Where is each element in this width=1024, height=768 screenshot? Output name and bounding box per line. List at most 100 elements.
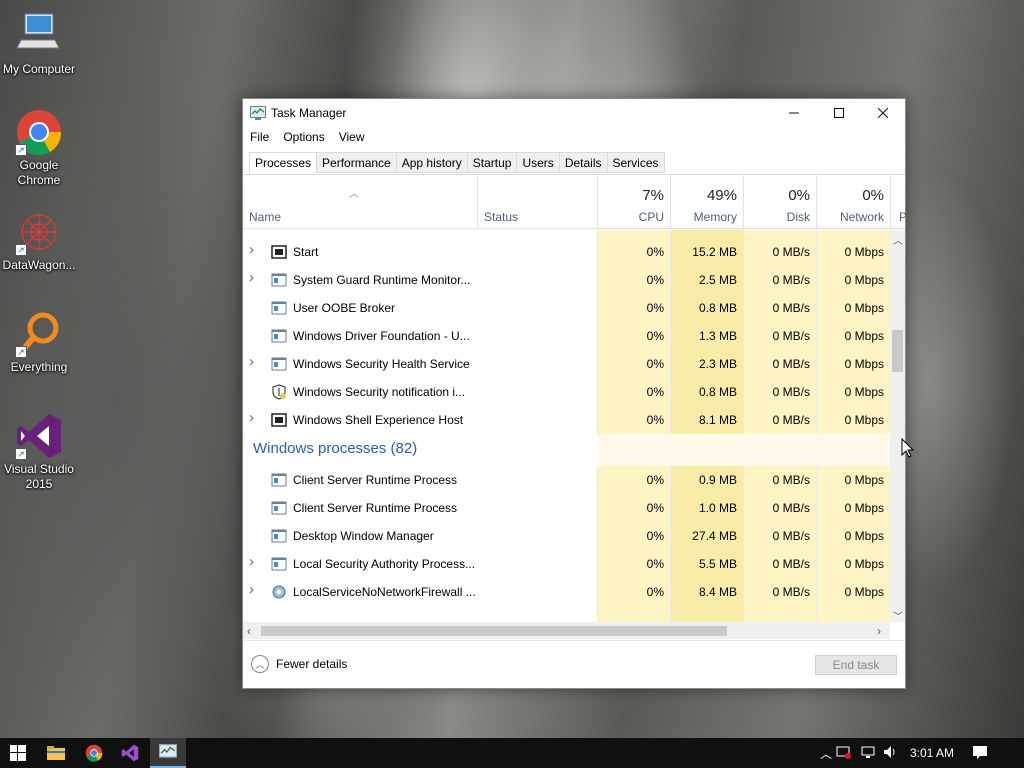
maximize-icon xyxy=(834,108,844,118)
process-row[interactable]: › Local Security Authority Process... 0% 5.… xyxy=(243,550,890,578)
column-header-power-partial[interactable]: P xyxy=(890,175,907,229)
tab-users[interactable]: Users xyxy=(516,152,560,173)
taskbar-task-manager[interactable] xyxy=(150,738,186,768)
group-header-row[interactable]: Windows processes (82) xyxy=(243,434,890,466)
process-network-value: 0 Mbps xyxy=(844,329,884,343)
menu-view[interactable]: View xyxy=(332,128,372,148)
tab-performance[interactable]: Performance xyxy=(316,152,397,173)
process-disk-value: 0 MB/s xyxy=(772,529,810,543)
title-bar[interactable]: Task Manager xyxy=(243,99,905,127)
desktop-icon-visual-studio[interactable]: ↗ Visual Studio 2015 xyxy=(1,412,77,492)
desktop-icon-label: Everything xyxy=(10,360,68,374)
scroll-up-icon[interactable]: ︿ xyxy=(893,232,903,247)
desktop-icon-label: Google Chrome xyxy=(17,158,61,187)
vertical-scrollbar[interactable]: ︿ ﹀ xyxy=(890,230,905,623)
process-name: Windows Security Health Service xyxy=(293,357,470,371)
column-header-network[interactable]: 0% Network xyxy=(816,175,890,229)
menu-options[interactable]: Options xyxy=(276,128,331,148)
sort-ascending-icon: ︿ xyxy=(349,189,359,200)
column-header-status-cell[interactable]: Status xyxy=(477,175,598,229)
close-button[interactable] xyxy=(860,99,906,127)
desktop-icon-my-computer[interactable]: My Computer xyxy=(1,12,77,77)
taskbar-file-explorer[interactable] xyxy=(38,738,74,768)
column-header-status: Status xyxy=(484,210,519,224)
process-row[interactable]: › Windows Shell Experience Host 0% 8.1 MB 0 … xyxy=(243,406,890,434)
chevron-right-icon[interactable]: › xyxy=(249,269,261,286)
memory-total-pct: 49% xyxy=(706,187,737,204)
everything-search-icon: ↗ xyxy=(15,310,63,358)
windows-start-button[interactable] xyxy=(0,738,36,768)
process-cpu-value: 0% xyxy=(646,501,664,515)
taskbar-clock[interactable]: 3:01 AM xyxy=(906,746,958,760)
group-row-shade xyxy=(597,434,890,466)
chevron-right-icon[interactable]: › xyxy=(249,581,261,598)
desktop-icon-everything[interactable]: ↗ Everything xyxy=(1,310,77,375)
taskbar-visual-studio[interactable] xyxy=(112,738,148,768)
column-header-name[interactable]: Name xyxy=(249,210,281,224)
memory-label: Memory xyxy=(693,210,737,224)
chevron-right-icon[interactable]: › xyxy=(249,241,261,258)
horizontal-scrollbar[interactable]: ‹ › xyxy=(243,622,890,639)
security-alert-icon[interactable] xyxy=(836,744,860,763)
process-disk-value: 0 MB/s xyxy=(772,413,810,427)
shortcut-arrow-icon: ↗ xyxy=(15,346,27,358)
volume-icon[interactable] xyxy=(882,744,904,763)
chevron-right-icon[interactable]: › xyxy=(249,553,261,570)
process-row[interactable]: User OOBE Broker 0% 0.8 MB 0 MB/s 0 Mbps xyxy=(243,294,890,322)
column-header: ︿ Name Status 7% CPU 49% Memory 0% Disk … xyxy=(243,175,907,229)
tab-startup[interactable]: Startup xyxy=(466,152,518,173)
network-icon[interactable] xyxy=(860,744,882,763)
process-network-value: 0 Mbps xyxy=(844,273,884,287)
maximize-button[interactable] xyxy=(816,99,862,127)
chrome-icon xyxy=(85,744,103,762)
process-row[interactable]: Desktop Window Manager 0% 27.4 MB 0 MB/s 0 M… xyxy=(243,522,890,550)
process-row[interactable]: Windows Security notification i... 0% 0.8 … xyxy=(243,378,890,406)
taskbar: ︿ 3:01 AM xyxy=(0,738,1024,768)
group-header-label: Windows processes (82) xyxy=(253,440,418,457)
process-network-value: 0 Mbps xyxy=(844,501,884,515)
tab-app-history[interactable]: App history xyxy=(395,152,468,173)
process-memory-value: 8.1 MB xyxy=(698,413,737,427)
process-network-value: 0 Mbps xyxy=(844,413,884,427)
process-row[interactable]: › System Guard Runtime Monitor... 0% 2.5 MB… xyxy=(243,266,890,294)
column-header-memory[interactable]: 49% Memory xyxy=(670,175,743,229)
tab-details[interactable]: Details xyxy=(558,152,608,173)
process-cpu-value: 0% xyxy=(646,585,664,599)
taskbar-chrome[interactable] xyxy=(76,738,112,768)
process-row[interactable]: › Windows Security Health Service 0% 2.3 MB… xyxy=(243,350,890,378)
chevron-right-icon[interactable]: › xyxy=(249,353,261,370)
process-row[interactable]: › Start 0% 15.2 MB 0 MB/s 0 Mbps xyxy=(243,238,890,266)
shortcut-arrow-icon: ↗ xyxy=(15,244,27,256)
tab-processes[interactable]: Processes xyxy=(249,152,318,174)
column-header-cpu[interactable]: 7% CPU xyxy=(597,175,670,229)
action-center-icon[interactable] xyxy=(972,744,1006,763)
process-row[interactable]: › LocalServiceNoNetworkFirewall ... 0% 8.4 … xyxy=(243,578,890,606)
scroll-left-icon[interactable]: ‹ xyxy=(247,624,251,638)
tab-services[interactable]: Services xyxy=(606,152,665,173)
task-manager-icon xyxy=(250,106,266,120)
minimize-button[interactable] xyxy=(771,99,817,127)
process-network-value: 0 Mbps xyxy=(844,585,884,599)
vertical-scroll-thumb[interactable] xyxy=(892,330,903,372)
process-cpu-value: 0% xyxy=(646,329,664,343)
show-hidden-icons-chevron-icon[interactable]: ︿ xyxy=(818,745,834,762)
desktop-icon-datawagon[interactable]: ↗ DataWagon... xyxy=(1,208,77,273)
process-row[interactable]: Windows Driver Foundation - U... 0% 1.3 MB… xyxy=(243,322,890,350)
horizontal-scroll-thumb[interactable] xyxy=(261,626,727,636)
scroll-down-icon[interactable]: ﹀ xyxy=(893,608,903,623)
gear-icon xyxy=(271,584,287,600)
process-memory-value: 2.3 MB xyxy=(698,357,737,371)
process-disk-value: 0 MB/s xyxy=(772,357,810,371)
process-network-value: 0 Mbps xyxy=(844,245,884,259)
scroll-right-icon[interactable]: › xyxy=(877,624,881,638)
process-row[interactable]: Client Server Runtime Process 0% 1.0 MB 0 M… xyxy=(243,494,890,522)
menu-file[interactable]: File xyxy=(243,128,276,148)
process-memory-value: 0.9 MB xyxy=(698,473,737,487)
fewer-details-link[interactable]: ︿ Fewer details xyxy=(251,655,347,673)
desktop-icon-label: DataWagon... xyxy=(2,258,76,272)
process-row[interactable]: Client Server Runtime Process 0% 0.9 MB 0 M… xyxy=(243,466,890,494)
desktop-icon-google-chrome[interactable]: ↗ Google Chrome xyxy=(1,108,77,188)
end-task-button[interactable]: End task xyxy=(815,655,897,675)
column-header-disk[interactable]: 0% Disk xyxy=(743,175,816,229)
chevron-right-icon[interactable]: › xyxy=(249,409,261,426)
